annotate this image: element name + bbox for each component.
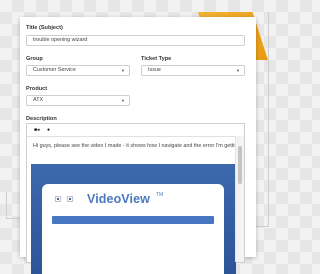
record-icon[interactable]: ● [47,127,50,133]
chevron-down-icon: ▼ [121,68,125,73]
videoview-window: VideoView TM [42,184,224,274]
video-embed[interactable]: VideoView TM [31,164,236,274]
title-input[interactable]: trouble opening wizard [26,35,245,46]
product-select-value: ATX [33,97,44,103]
ticket-type-select[interactable]: Issue ▼ [141,65,245,76]
scrollbar-thumb[interactable] [238,146,242,184]
description-label: Description [26,116,57,122]
ticket-type-select-value: Issue [148,67,161,73]
product-select[interactable]: ATX ▼ [26,95,130,106]
editor-toolbar: ■◂ ● [27,124,244,137]
video-camera-icon[interactable]: ■◂ [34,127,40,133]
editor-scrollbar[interactable] [235,136,244,262]
ticket-form-card: Title (Subject) trouble opening wizard G… [20,17,256,274]
trademark-mark: TM [156,192,164,198]
group-select[interactable]: Customer Service ▼ [26,65,130,76]
videoview-logo-text: VideoView [87,192,150,206]
window-control-icon [67,196,73,202]
decorative-line [268,12,269,226]
group-label: Group [26,56,43,62]
chevron-down-icon: ▼ [121,98,125,103]
title-label: Title (Subject) [26,25,63,31]
description-editor[interactable]: ■◂ ● Hi guys, please see the video I mad… [26,123,245,274]
chevron-down-icon: ▼ [236,68,240,73]
decorative-line [6,218,20,219]
videoview-header-bar [52,216,214,224]
window-control-icon [55,196,61,202]
product-label: Product [26,86,48,92]
decorative-line [256,226,269,227]
description-text: Hi guys, please see the video I made - i… [33,143,242,149]
title-input-value: trouble opening wizard [33,37,88,43]
group-select-value: Customer Service [33,67,76,73]
ticket-type-label: Ticket Type [141,56,172,62]
decorative-line [6,192,7,218]
